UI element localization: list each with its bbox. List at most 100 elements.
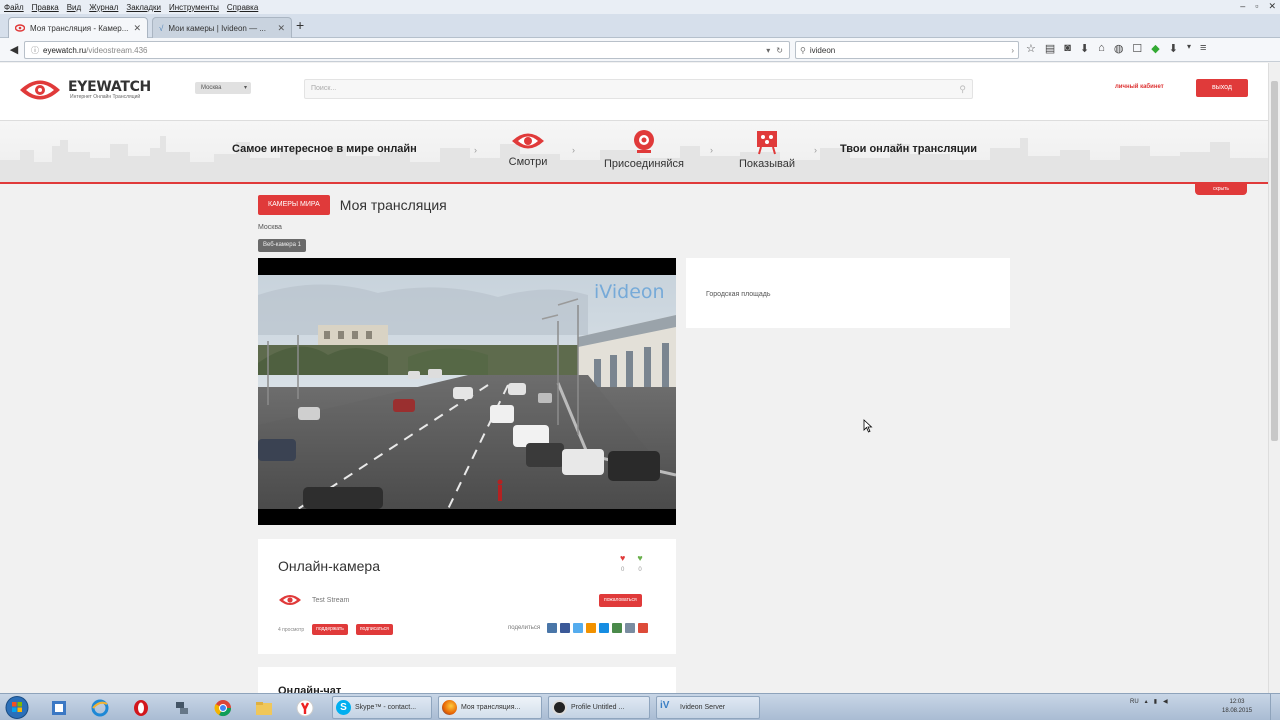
taskbar-app-label: Skype™ - contact... (355, 704, 417, 711)
browser-search-bar[interactable]: ⚲ ivideon › (795, 41, 1019, 59)
network-app-icon[interactable] (165, 696, 199, 719)
reload-icon[interactable]: ↻ (776, 46, 783, 55)
close-window-icon[interactable]: ✕ (1268, 1, 1276, 12)
share-label: поделиться (508, 625, 541, 631)
twitter-share-icon[interactable] (573, 623, 584, 633)
folder-icon[interactable] (247, 696, 281, 719)
taskbar-skype[interactable]: S Skype™ - contact... (332, 696, 432, 719)
menu-history[interactable]: Журнал (89, 3, 118, 12)
step-watch[interactable]: Смотри (503, 129, 553, 168)
url-bar[interactable]: ⓘ eyewatch.ru/videostream.436 ▾ ↻ (24, 41, 790, 59)
site-search-input[interactable]: Поиск... ⚲ (304, 79, 973, 99)
step-label: Смотри (508, 156, 548, 168)
home-icon[interactable]: ⌂ (1098, 42, 1105, 55)
page-content: EYEWATCH Интернет Онлайн Трансляций Моск… (0, 63, 1268, 693)
close-tab-icon[interactable]: ✕ (133, 23, 141, 34)
thumb-down-icon: ♥ (620, 553, 626, 563)
googleplus-share-icon[interactable] (638, 623, 649, 633)
livejournal-share-icon[interactable] (612, 623, 623, 633)
personal-cabinet-link[interactable]: личный кабинет (1115, 84, 1164, 90)
dropdown-icon[interactable]: ▾ (766, 46, 770, 55)
taskbar-app-label: Моя трансляция... (461, 704, 521, 711)
region-select[interactable]: Москва (195, 82, 251, 94)
taskbar-app-label: Ivideon Server (680, 704, 726, 711)
eyewatch-favicon-icon (15, 24, 25, 32)
window-controls: ‒ ▫ ✕ (1240, 1, 1276, 12)
sync-icon[interactable]: ◍ (1114, 42, 1124, 55)
overflow-icon[interactable]: ▾ (1187, 42, 1191, 55)
pocket-icon[interactable]: ◙ (1064, 42, 1071, 55)
tab-my-cameras[interactable]: √ Мои камеры | Ivideon — ... ✕ (152, 17, 292, 38)
menu-file[interactable]: Файл (4, 3, 24, 12)
taskbar-firefox[interactable]: Моя трансляция... (438, 696, 542, 719)
back-button[interactable]: ◀ (6, 42, 22, 58)
webcam-icon (634, 130, 654, 153)
video-player[interactable]: iVideon (258, 258, 676, 525)
menu-view[interactable]: Вид (67, 3, 81, 12)
language-indicator[interactable]: RU (1130, 699, 1139, 705)
downloader-icon[interactable]: ⬇ (1169, 42, 1178, 55)
odnoklassniki-share-icon[interactable] (586, 623, 597, 633)
stream-author[interactable]: Test Stream (278, 592, 349, 608)
logout-button[interactable]: выход (1196, 79, 1248, 97)
tab-my-stream[interactable]: Моя трансляция - Камер... ✕ (8, 17, 148, 38)
ivideon-favicon-icon: √ (159, 23, 164, 33)
complain-button[interactable]: пожаловаться (599, 594, 642, 607)
search-go-icon[interactable]: › (1011, 46, 1014, 55)
yandex-browser-icon[interactable] (288, 696, 322, 719)
show-desktop-button[interactable] (1270, 694, 1280, 720)
menu-tools[interactable]: Инструменты (169, 3, 219, 12)
taskbar-obs[interactable]: Profile Untitled ... (548, 696, 650, 719)
menu-icon[interactable]: ≡ (1200, 42, 1206, 55)
extension-icon[interactable]: ◆ (1151, 42, 1159, 55)
vk-share-icon[interactable] (547, 623, 558, 633)
subscribe-button[interactable]: подписаться (355, 624, 393, 635)
menu-help[interactable]: Справка (227, 3, 258, 12)
menu-edit[interactable]: Правка (32, 3, 59, 12)
vote-like[interactable]: ♥ 0 (637, 553, 642, 573)
mailru-share-icon[interactable] (599, 623, 610, 633)
menu-bookmarks[interactable]: Закладки (126, 3, 161, 12)
support-button[interactable]: поддержать (312, 624, 348, 635)
eye-icon (512, 133, 544, 149)
breadcrumb: камеры мира Моя трансляция (258, 195, 447, 215)
tray-expand-icon[interactable]: ▴ (1145, 698, 1148, 705)
search-icon: ⚲ (800, 45, 806, 55)
opera-icon[interactable] (124, 696, 158, 719)
link-share-icon[interactable] (625, 623, 636, 633)
explorer-app-icon[interactable] (42, 696, 76, 719)
chrome-icon[interactable] (206, 696, 240, 719)
page-info-icon[interactable]: ⓘ (31, 45, 39, 56)
url-host: eyewatch.ru (43, 45, 87, 55)
facebook-share-icon[interactable] (560, 623, 571, 633)
logo-text: EYEWATCH (68, 79, 151, 95)
scrollbar-thumb[interactable] (1271, 81, 1278, 441)
hide-banner-button[interactable]: скрыть (1195, 183, 1247, 195)
volume-icon[interactable]: ◀ (1163, 698, 1168, 705)
search-icon[interactable]: ⚲ (959, 80, 966, 98)
reading-list-icon[interactable]: ▤ (1045, 42, 1055, 55)
step-show[interactable]: Показывай (733, 129, 801, 170)
world-cameras-button[interactable]: камеры мира (258, 195, 330, 215)
windows-start-icon[interactable] (4, 695, 30, 720)
new-tab-button[interactable]: + (296, 17, 304, 33)
close-tab-icon[interactable]: ✕ (277, 23, 285, 34)
chevron-right-icon: › (710, 145, 713, 155)
network-icon[interactable]: ▮ (1154, 698, 1157, 705)
eye-logo-icon (20, 80, 60, 100)
vote-dislike[interactable]: ♥ 0 (620, 553, 625, 573)
internet-explorer-icon[interactable] (83, 696, 117, 719)
system-clock[interactable]: 12:03 18.08.2015 (1222, 698, 1252, 716)
site-logo[interactable]: EYEWATCH Интернет Онлайн Трансляций (18, 75, 151, 105)
step-join[interactable]: Присоединяйся (596, 129, 692, 170)
webcam-chip[interactable]: Веб-камера 1 (258, 239, 306, 252)
taskbar-ivideon-server[interactable]: iV Ivideon Server (656, 696, 760, 719)
author-avatar-icon (279, 595, 301, 605)
banner-your-streams: Твои онлайн трансляции (840, 143, 978, 155)
share-icon[interactable]: ☐ (1132, 42, 1142, 55)
maximize-icon[interactable]: ▫ (1255, 1, 1258, 12)
page-scrollbar[interactable] (1268, 63, 1280, 693)
download-icon[interactable]: ⬇ (1080, 42, 1089, 55)
minimize-icon[interactable]: ‒ (1240, 1, 1245, 12)
bookmark-star-icon[interactable]: ☆ (1026, 42, 1036, 55)
